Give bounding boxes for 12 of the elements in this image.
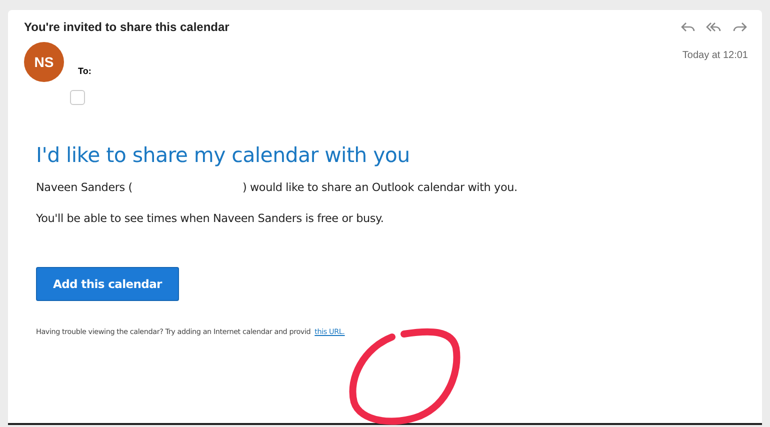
availability-note: You'll be able to see times when Naveen Sanders is free or busy. xyxy=(36,212,385,225)
checkbox[interactable] xyxy=(70,90,85,105)
forward-icon[interactable] xyxy=(732,21,748,33)
add-calendar-button[interactable]: Add this calendar xyxy=(36,267,179,301)
avatar: NS xyxy=(24,42,64,82)
invitation-text: Naveen Sanders ( ) would like to share an Outlook calendar with you. xyxy=(36,181,518,194)
to-label: To: xyxy=(78,66,92,76)
reply-icon[interactable] xyxy=(680,21,696,33)
invitation-heading: I'd like to share my calendar with you xyxy=(36,143,411,167)
email-subject: You're invited to share this calendar xyxy=(24,20,230,34)
reply-all-icon[interactable] xyxy=(706,21,722,33)
received-time: Today at 12:01 xyxy=(682,49,748,61)
